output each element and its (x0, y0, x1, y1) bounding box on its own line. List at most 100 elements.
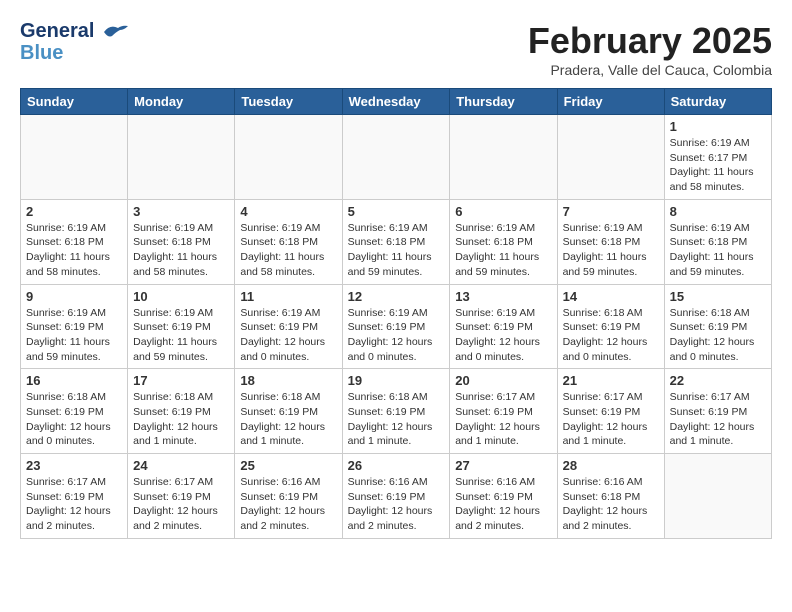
day-info: Sunrise: 6:18 AM Sunset: 6:19 PM Dayligh… (26, 390, 122, 449)
day-number: 8 (670, 204, 766, 219)
logo-bird-icon (102, 22, 130, 42)
calendar-cell: 18 Sunrise: 6:18 AM Sunset: 6:19 PM Dayli… (235, 369, 342, 454)
day-info: Sunrise: 6:19 AM Sunset: 6:18 PM Dayligh… (133, 221, 229, 280)
day-number: 3 (133, 204, 229, 219)
day-number: 19 (348, 373, 445, 388)
calendar-cell: 7 Sunrise: 6:19 AM Sunset: 6:18 PM Daylig… (557, 199, 664, 284)
day-number: 4 (240, 204, 336, 219)
day-number: 6 (455, 204, 551, 219)
calendar-cell: 25 Sunrise: 6:16 AM Sunset: 6:19 PM Dayli… (235, 454, 342, 539)
calendar-cell (450, 115, 557, 200)
calendar-week-row: 2Sunrise: 6:19 AM Sunset: 6:18 PM Daylig… (21, 199, 772, 284)
day-info: Sunrise: 6:17 AM Sunset: 6:19 PM Dayligh… (26, 475, 122, 534)
calendar-cell: 1 Sunrise: 6:19 AM Sunset: 6:17 PM Daylig… (664, 115, 771, 200)
day-number: 25 (240, 458, 336, 473)
day-number: 27 (455, 458, 551, 473)
day-info: Sunrise: 6:17 AM Sunset: 6:19 PM Dayligh… (670, 390, 766, 449)
calendar-cell: 11 Sunrise: 6:19 AM Sunset: 6:19 PM Dayli… (235, 284, 342, 369)
weekday-header-row: SundayMondayTuesdayWednesdayThursdayFrid… (21, 89, 772, 115)
day-info: Sunrise: 6:18 AM Sunset: 6:19 PM Dayligh… (563, 306, 659, 365)
day-info: Sunrise: 6:18 AM Sunset: 6:19 PM Dayligh… (133, 390, 229, 449)
day-info: Sunrise: 6:18 AM Sunset: 6:19 PM Dayligh… (240, 390, 336, 449)
weekday-header-tuesday: Tuesday (235, 89, 342, 115)
day-number: 7 (563, 204, 659, 219)
day-info: Sunrise: 6:18 AM Sunset: 6:19 PM Dayligh… (670, 306, 766, 365)
day-number: 14 (563, 289, 659, 304)
day-info: Sunrise: 6:19 AM Sunset: 6:19 PM Dayligh… (133, 306, 229, 365)
calendar-cell: 10Sunrise: 6:19 AM Sunset: 6:19 PM Dayli… (128, 284, 235, 369)
day-number: 16 (26, 373, 122, 388)
calendar-cell: 13 Sunrise: 6:19 AM Sunset: 6:19 PM Dayli… (450, 284, 557, 369)
day-info: Sunrise: 6:19 AM Sunset: 6:19 PM Dayligh… (26, 306, 122, 365)
day-info: Sunrise: 6:17 AM Sunset: 6:19 PM Dayligh… (455, 390, 551, 449)
day-info: Sunrise: 6:17 AM Sunset: 6:19 PM Dayligh… (563, 390, 659, 449)
calendar-cell: 14 Sunrise: 6:18 AM Sunset: 6:19 PM Dayli… (557, 284, 664, 369)
day-number: 24 (133, 458, 229, 473)
day-number: 12 (348, 289, 445, 304)
weekday-header-saturday: Saturday (664, 89, 771, 115)
day-info: Sunrise: 6:19 AM Sunset: 6:18 PM Dayligh… (348, 221, 445, 280)
location-subtitle: Pradera, Valle del Cauca, Colombia (528, 62, 772, 78)
day-info: Sunrise: 6:16 AM Sunset: 6:19 PM Dayligh… (240, 475, 336, 534)
day-number: 22 (670, 373, 766, 388)
calendar-cell (235, 115, 342, 200)
day-info: Sunrise: 6:16 AM Sunset: 6:19 PM Dayligh… (348, 475, 445, 534)
calendar-week-row: 16 Sunrise: 6:18 AM Sunset: 6:19 PM Dayli… (21, 369, 772, 454)
day-number: 18 (240, 373, 336, 388)
day-number: 26 (348, 458, 445, 473)
calendar-week-row: 9 Sunrise: 6:19 AM Sunset: 6:19 PM Daylig… (21, 284, 772, 369)
calendar-week-row: 23 Sunrise: 6:17 AM Sunset: 6:19 PM Dayli… (21, 454, 772, 539)
month-year-title: February 2025 (528, 20, 772, 62)
calendar-cell: 4 Sunrise: 6:19 AM Sunset: 6:18 PM Daylig… (235, 199, 342, 284)
calendar-cell: 27Sunrise: 6:16 AM Sunset: 6:19 PM Dayli… (450, 454, 557, 539)
day-number: 1 (670, 119, 766, 134)
weekday-header-wednesday: Wednesday (342, 89, 450, 115)
calendar-cell: 28 Sunrise: 6:16 AM Sunset: 6:18 PM Dayli… (557, 454, 664, 539)
calendar-cell: 6 Sunrise: 6:19 AM Sunset: 6:18 PM Daylig… (450, 199, 557, 284)
calendar-cell: 8 Sunrise: 6:19 AM Sunset: 6:18 PM Daylig… (664, 199, 771, 284)
calendar-cell: 9 Sunrise: 6:19 AM Sunset: 6:19 PM Daylig… (21, 284, 128, 369)
calendar-cell: 2Sunrise: 6:19 AM Sunset: 6:18 PM Daylig… (21, 199, 128, 284)
day-info: Sunrise: 6:19 AM Sunset: 6:18 PM Dayligh… (455, 221, 551, 280)
calendar-cell (128, 115, 235, 200)
day-number: 23 (26, 458, 122, 473)
title-block: February 2025 Pradera, Valle del Cauca, … (528, 20, 772, 78)
calendar-cell (21, 115, 128, 200)
day-info: Sunrise: 6:19 AM Sunset: 6:19 PM Dayligh… (348, 306, 445, 365)
day-info: Sunrise: 6:19 AM Sunset: 6:19 PM Dayligh… (455, 306, 551, 365)
calendar-cell: 12 Sunrise: 6:19 AM Sunset: 6:19 PM Dayli… (342, 284, 450, 369)
day-info: Sunrise: 6:19 AM Sunset: 6:18 PM Dayligh… (26, 221, 122, 280)
calendar-cell: 3 Sunrise: 6:19 AM Sunset: 6:18 PM Daylig… (128, 199, 235, 284)
calendar-cell: 24 Sunrise: 6:17 AM Sunset: 6:19 PM Dayli… (128, 454, 235, 539)
day-number: 9 (26, 289, 122, 304)
weekday-header-monday: Monday (128, 89, 235, 115)
calendar-cell: 16 Sunrise: 6:18 AM Sunset: 6:19 PM Dayli… (21, 369, 128, 454)
calendar-cell: 21 Sunrise: 6:17 AM Sunset: 6:19 PM Dayli… (557, 369, 664, 454)
calendar-cell: 19Sunrise: 6:18 AM Sunset: 6:19 PM Dayli… (342, 369, 450, 454)
day-number: 15 (670, 289, 766, 304)
day-info: Sunrise: 6:19 AM Sunset: 6:19 PM Dayligh… (240, 306, 336, 365)
calendar-cell (342, 115, 450, 200)
weekday-header-friday: Friday (557, 89, 664, 115)
day-info: Sunrise: 6:19 AM Sunset: 6:18 PM Dayligh… (670, 221, 766, 280)
calendar-cell: 22 Sunrise: 6:17 AM Sunset: 6:19 PM Dayli… (664, 369, 771, 454)
day-number: 11 (240, 289, 336, 304)
day-info: Sunrise: 6:17 AM Sunset: 6:19 PM Dayligh… (133, 475, 229, 534)
day-number: 28 (563, 458, 659, 473)
day-number: 21 (563, 373, 659, 388)
calendar-cell (557, 115, 664, 200)
weekday-header-sunday: Sunday (21, 89, 128, 115)
calendar-cell: 17Sunrise: 6:18 AM Sunset: 6:19 PM Dayli… (128, 369, 235, 454)
day-info: Sunrise: 6:19 AM Sunset: 6:18 PM Dayligh… (240, 221, 336, 280)
calendar-cell: 20Sunrise: 6:17 AM Sunset: 6:19 PM Dayli… (450, 369, 557, 454)
calendar-cell: 15 Sunrise: 6:18 AM Sunset: 6:19 PM Dayli… (664, 284, 771, 369)
day-info: Sunrise: 6:19 AM Sunset: 6:18 PM Dayligh… (563, 221, 659, 280)
day-number: 5 (348, 204, 445, 219)
day-number: 13 (455, 289, 551, 304)
calendar-week-row: 1 Sunrise: 6:19 AM Sunset: 6:17 PM Daylig… (21, 115, 772, 200)
calendar-cell: 26 Sunrise: 6:16 AM Sunset: 6:19 PM Dayli… (342, 454, 450, 539)
day-info: Sunrise: 6:16 AM Sunset: 6:18 PM Dayligh… (563, 475, 659, 534)
day-info: Sunrise: 6:19 AM Sunset: 6:17 PM Dayligh… (670, 136, 766, 195)
logo-text: General Blue (20, 20, 130, 64)
calendar-cell (664, 454, 771, 539)
